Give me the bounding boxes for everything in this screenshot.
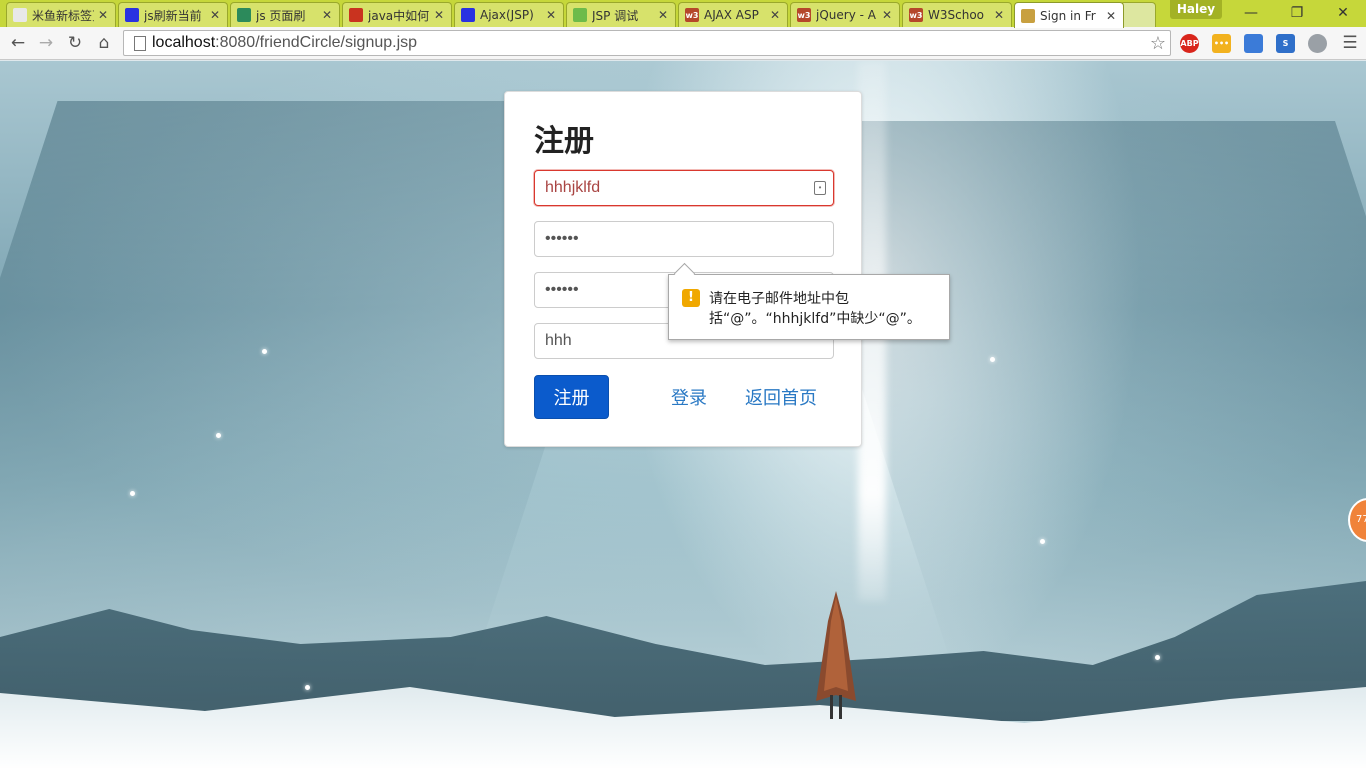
- snow-particle: [262, 349, 267, 354]
- tab-close-icon[interactable]: ✕: [881, 8, 893, 22]
- menu-icon[interactable]: ☰: [1338, 31, 1362, 55]
- validation-message-line2: 括“@”。“hhhjklfd”中缺少“@”。: [709, 311, 921, 327]
- validation-message-line1: 请在电子邮件地址中包: [709, 291, 849, 307]
- w3school-icon: w3: [797, 8, 811, 22]
- translate-extension-icon[interactable]: [1244, 34, 1263, 53]
- tab-title: java中如何: [368, 8, 430, 23]
- w3school-icon: w3: [685, 8, 699, 22]
- w3school-icon: w3: [909, 8, 923, 22]
- snow-particle: [990, 357, 995, 362]
- home-icon[interactable]: ⌂: [92, 31, 116, 55]
- restore-button[interactable]: ❐: [1274, 0, 1320, 26]
- email-field-value: hhhjklfd: [545, 179, 601, 196]
- runoob-icon: [573, 8, 587, 22]
- signup-button[interactable]: 注册: [534, 375, 609, 419]
- url-host: localhost: [152, 34, 216, 51]
- site-image-icon: [1021, 8, 1035, 23]
- browser-tab[interactable]: JSP 调试 ✕: [566, 2, 676, 27]
- tab-title: AJAX ASP: [704, 8, 759, 22]
- globe-extension-icon[interactable]: [1308, 34, 1327, 53]
- snow-particle: [1040, 539, 1045, 544]
- password-extension-icon[interactable]: •••: [1212, 34, 1231, 53]
- browser-tab[interactable]: js 页面刷 ✕: [230, 2, 340, 27]
- tab-title: js 页面刷: [256, 8, 306, 23]
- new-tab-button[interactable]: [1120, 2, 1156, 27]
- page-icon: [134, 35, 146, 51]
- url-path: :8080/friendCircle/signup.jsp: [215, 34, 418, 51]
- snow-particle: [216, 433, 221, 438]
- browser-tab[interactable]: java中如何 ✕: [342, 2, 452, 27]
- back-arrow-icon[interactable]: ←: [6, 31, 30, 55]
- bookmark-star-icon[interactable]: ☆: [1150, 33, 1166, 54]
- tab-close-icon[interactable]: ✕: [433, 8, 445, 22]
- tab-close-icon[interactable]: ✕: [321, 8, 333, 22]
- close-window-button[interactable]: ✕: [1320, 0, 1366, 26]
- blank-page-icon: [13, 8, 27, 22]
- baidu-paw-icon: [461, 8, 475, 22]
- snow-particle: [130, 491, 135, 496]
- s-extension-icon[interactable]: S: [1276, 34, 1295, 53]
- password-field[interactable]: ••••••: [534, 221, 834, 257]
- snow-particle: [305, 685, 310, 690]
- snow-particle: [1155, 655, 1160, 660]
- tab-close-icon[interactable]: ✕: [545, 8, 557, 22]
- page-title: 注册: [534, 124, 594, 159]
- login-link[interactable]: 登录: [671, 384, 707, 410]
- minimize-button[interactable]: —: [1228, 0, 1274, 26]
- browser-tab[interactable]: w3 AJAX ASP ✕: [678, 2, 788, 27]
- tab-title: W3Schoo: [928, 8, 985, 22]
- email-field[interactable]: hhhjklfd •: [534, 170, 834, 206]
- browser-tab[interactable]: w3 W3Schoo ✕: [902, 2, 1012, 27]
- forward-arrow-icon[interactable]: →: [34, 31, 58, 55]
- confirm-password-value: ••••••: [545, 281, 579, 298]
- tab-title: Ajax(JSP): [480, 8, 534, 22]
- tab-strip: 米鱼新标签页✕js刷新当前✕js 页面刷✕java中如何✕Ajax(JSP)✕J…: [0, 0, 1366, 28]
- validation-tooltip: ! 请在电子邮件地址中包 括“@”。“hhhjklfd”中缺少“@”。: [668, 274, 950, 340]
- browser-tab[interactable]: js刷新当前 ✕: [118, 2, 228, 27]
- address-bar[interactable]: localhost:8080/friendCircle/signup.jsp ☆: [123, 30, 1171, 56]
- browser-tab[interactable]: Sign in Fr ✕: [1014, 2, 1124, 28]
- baidu-paw-icon: [125, 8, 139, 22]
- tab-close-icon[interactable]: ✕: [769, 8, 781, 22]
- tab-title: js刷新当前: [144, 8, 202, 23]
- home-link[interactable]: 返回首页: [745, 384, 817, 410]
- browser-tab[interactable]: 米鱼新标签页✕: [6, 2, 116, 27]
- browser-toolbar: ← → ↻ ⌂ localhost:8080/friendCircle/sign…: [0, 27, 1366, 60]
- autofill-icon[interactable]: •: [814, 181, 826, 195]
- tab-title: Sign in Fr: [1040, 8, 1096, 23]
- tab-close-icon[interactable]: ✕: [209, 8, 221, 22]
- tab-title: JSP 调试: [592, 8, 639, 23]
- csdn-c-icon: [349, 8, 363, 22]
- profile-button[interactable]: Haley: [1170, 0, 1222, 19]
- password-field-value: ••••••: [545, 230, 579, 247]
- tab-title: 米鱼新标签页: [32, 8, 94, 23]
- browser-tab[interactable]: w3 jQuery - A ✕: [790, 2, 900, 27]
- url-text: localhost:8080/friendCircle/signup.jsp: [152, 34, 417, 52]
- tab-title: jQuery - A: [816, 8, 876, 22]
- tab-close-icon[interactable]: ✕: [97, 8, 109, 22]
- reload-icon[interactable]: ↻: [63, 31, 87, 55]
- warning-icon: !: [682, 289, 700, 307]
- green-c-icon: [237, 8, 251, 22]
- traveler-figure: [816, 591, 856, 719]
- tab-close-icon[interactable]: ✕: [657, 8, 669, 22]
- browser-tab[interactable]: Ajax(JSP) ✕: [454, 2, 564, 27]
- tab-close-icon[interactable]: ✕: [993, 8, 1005, 22]
- username-field-value: hhh: [545, 332, 572, 349]
- tab-close-icon[interactable]: ✕: [1105, 9, 1117, 23]
- adblock-plus-icon[interactable]: ABP: [1180, 34, 1199, 53]
